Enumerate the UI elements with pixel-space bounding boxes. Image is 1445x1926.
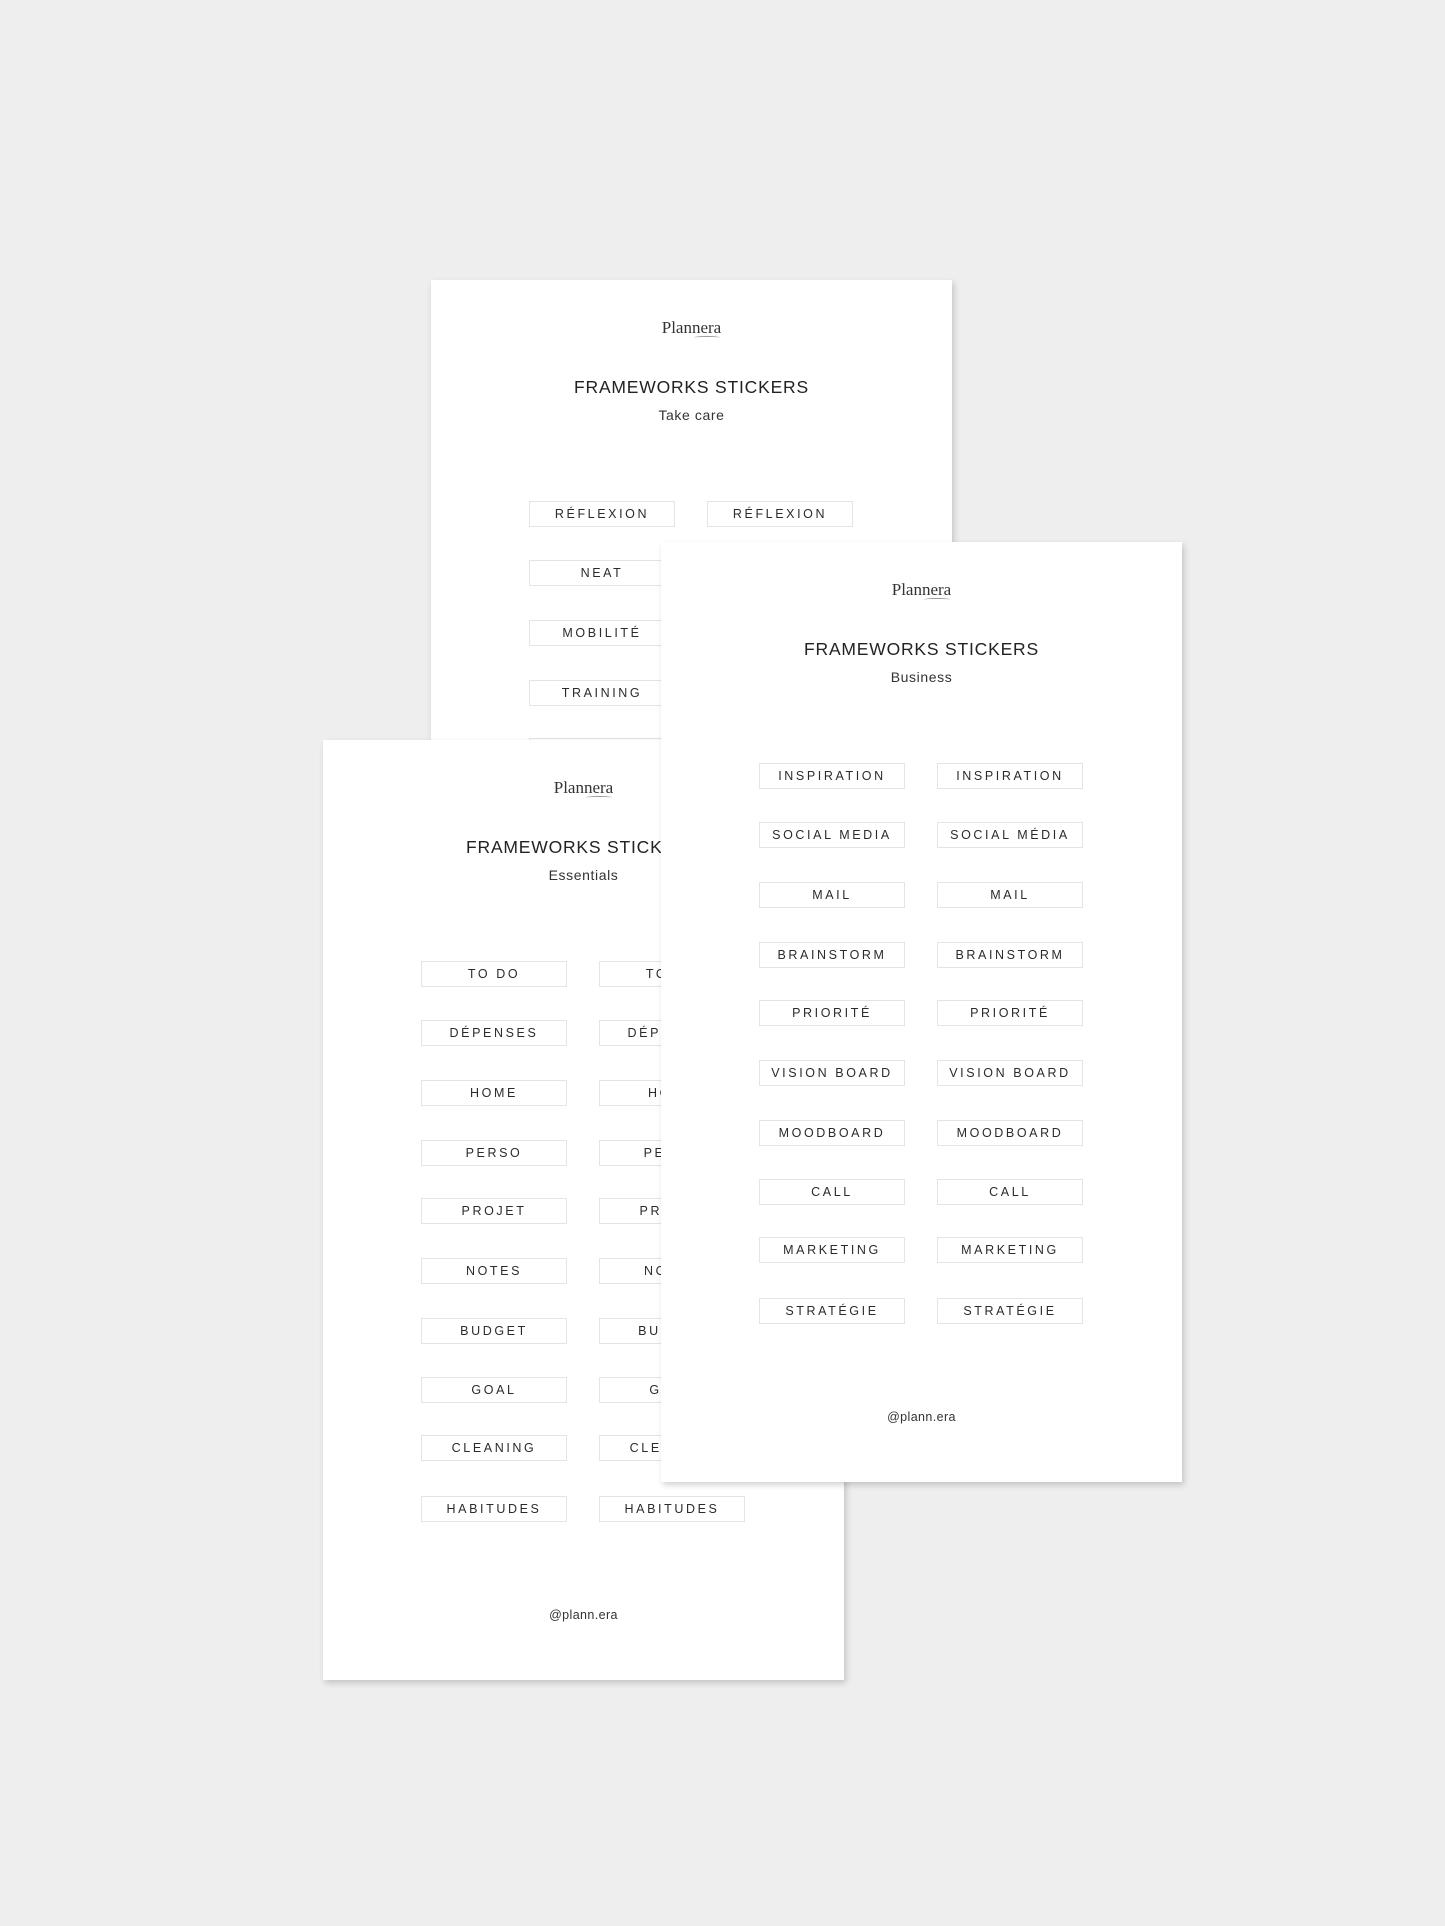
sticker-label: SOCIAL MÉDIA — [937, 822, 1083, 848]
sticker-label: BUDGET — [421, 1318, 567, 1344]
sticker-label: MOBILITÉ — [529, 620, 675, 646]
sticker-label: HABITUDES — [421, 1496, 567, 1522]
sticker-label: MOODBOARD — [937, 1120, 1083, 1146]
sticker-label: PERSO — [421, 1140, 567, 1166]
logo-text: Plannera — [891, 580, 952, 599]
sticker-label: MAIL — [937, 882, 1083, 908]
sticker-label: RÉFLEXION — [529, 501, 675, 527]
sticker-label: VISION BOARD — [937, 1060, 1083, 1086]
sheet-subtitle: Business — [890, 669, 953, 685]
sticker-label: MOODBOARD — [759, 1120, 905, 1146]
sticker-label: PROJET — [421, 1198, 567, 1224]
sheet-subtitle: Take care — [658, 407, 725, 423]
sheet-footer-handle: @plann.era — [549, 1608, 618, 1622]
sticker-label: GOAL — [421, 1377, 567, 1403]
sticker-label: MAIL — [759, 882, 905, 908]
sticker-label: PRIORITÉ — [759, 1000, 905, 1026]
sticker-label: CALL — [759, 1179, 905, 1205]
sticker-label: RÉFLEXION — [707, 501, 853, 527]
sticker-label: NOTES — [421, 1258, 567, 1284]
sticker-sheet-business: Plannera FRAMEWORKS STICKERS Business @p… — [661, 542, 1182, 1482]
sticker-label: DÉPENSES — [421, 1020, 567, 1046]
sticker-label: TRAINING — [529, 680, 675, 706]
sticker-label: STRATÉGIE — [759, 1298, 905, 1324]
logo-text: Plannera — [661, 318, 722, 337]
sheet-title: FRAMEWORKS STICKERS — [574, 377, 809, 397]
sticker-label: MARKETING — [937, 1237, 1083, 1263]
plannera-logo: Plannera — [661, 580, 1182, 601]
sticker-label: HABITUDES — [599, 1496, 745, 1522]
sticker-label: CALL — [937, 1179, 1083, 1205]
sticker-label: SOCIAL MEDIA — [759, 822, 905, 848]
sheet-footer-handle: @plann.era — [887, 1410, 956, 1424]
sticker-label: HOME — [421, 1080, 567, 1106]
plannera-logo: Plannera — [431, 318, 952, 339]
sticker-label: NEAT — [529, 560, 675, 586]
sticker-label: INSPIRATION — [937, 763, 1083, 789]
logo-text: Plannera — [553, 778, 614, 797]
sticker-label: INSPIRATION — [759, 763, 905, 789]
sticker-label: TO DO — [421, 961, 567, 987]
sticker-label: VISION BOARD — [759, 1060, 905, 1086]
sticker-label: STRATÉGIE — [937, 1298, 1083, 1324]
sticker-label: CLEANING — [421, 1435, 567, 1461]
sheet-title: FRAMEWORKS STICKERS — [804, 639, 1039, 659]
sticker-label: BRAINSTORM — [937, 942, 1083, 968]
sticker-label: PRIORITÉ — [937, 1000, 1083, 1026]
sticker-label: MARKETING — [759, 1237, 905, 1263]
sticker-label: BRAINSTORM — [759, 942, 905, 968]
